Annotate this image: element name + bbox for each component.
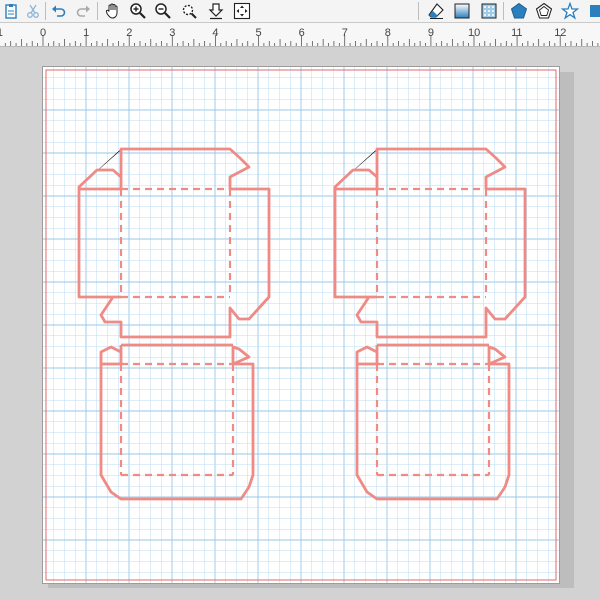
fill-pattern-icon[interactable] — [478, 1, 500, 21]
cutting-mat-grid — [43, 67, 559, 583]
cut-icon[interactable] — [22, 1, 44, 21]
pan-hand-icon[interactable] — [102, 1, 124, 21]
ruler-label: 0 — [40, 27, 47, 39]
ruler-label: 4 — [212, 27, 219, 39]
ruler-label: 7 — [341, 27, 348, 39]
toolbar — [0, 0, 600, 23]
paste-icon[interactable] — [0, 1, 22, 21]
star-outline-icon[interactable] — [559, 1, 581, 21]
placeholder — [377, 149, 525, 337]
redo-icon[interactable] — [72, 1, 94, 21]
ruler-label: 6 — [298, 27, 305, 39]
pentagon-outline-icon[interactable] — [533, 1, 555, 21]
ruler-label: 1 — [83, 27, 90, 39]
ruler-label: 2 — [126, 27, 133, 39]
pentagon-filled-icon[interactable] — [508, 1, 530, 21]
undo-icon[interactable] — [48, 1, 70, 21]
ruler-label: 10 — [468, 27, 481, 39]
ruler-label: 8 — [384, 27, 391, 39]
ruler-label: 12 — [554, 27, 567, 39]
polygon-icon[interactable] — [584, 1, 600, 21]
cutting-mat[interactable] — [42, 66, 560, 584]
ruler-label: 11 — [511, 27, 523, 39]
placeholder3 — [357, 345, 507, 364]
horizontal-ruler: 10123456789101112 — [0, 23, 600, 56]
fit-to-window-icon[interactable] — [231, 1, 253, 21]
zoom-in-icon[interactable] — [127, 1, 149, 21]
zoom-out-icon[interactable] — [152, 1, 174, 21]
fit-download-icon[interactable] — [205, 1, 227, 21]
placeholder3 — [101, 345, 251, 364]
placeholder — [121, 149, 269, 337]
ruler-label: 1 — [0, 27, 3, 39]
zoom-selection-icon[interactable] — [178, 1, 200, 21]
eraser-icon[interactable] — [425, 1, 447, 21]
fill-gradient-icon[interactable] — [451, 1, 473, 21]
ruler-label: 3 — [169, 27, 176, 39]
ruler-label: 9 — [427, 27, 435, 39]
ruler-label: 5 — [255, 27, 262, 39]
